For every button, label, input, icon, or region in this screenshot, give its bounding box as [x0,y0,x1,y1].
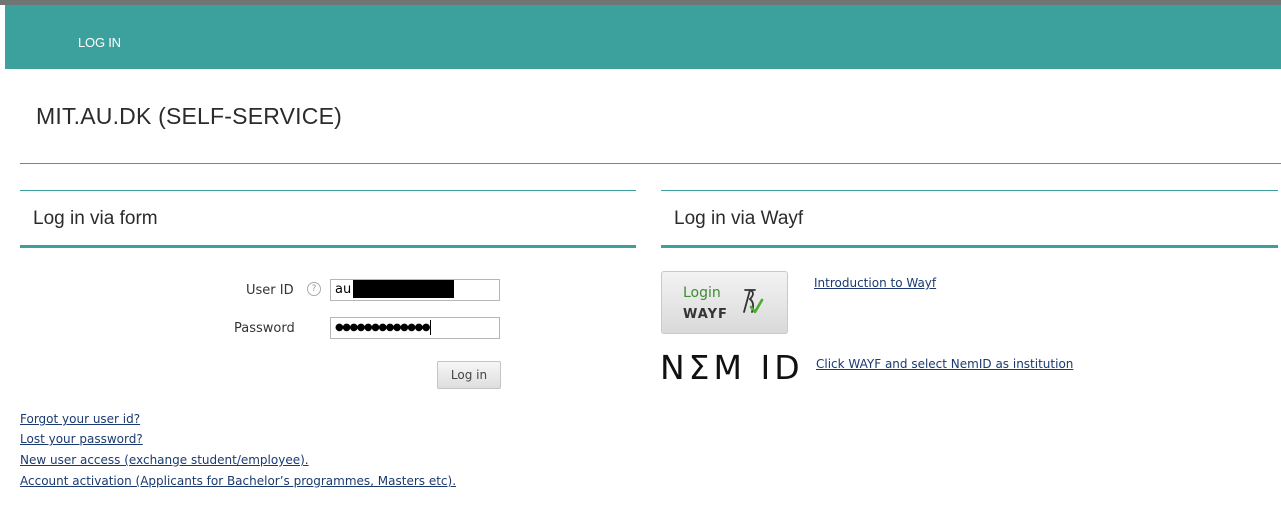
nemid-instruction-link[interactable]: Click WAYF and select NemID as instituti… [816,357,1073,371]
user-id-input[interactable]: au [330,279,500,301]
form-panel-title: Log in via form [33,208,158,229]
nemid-logo: NΣM ID [660,348,804,387]
text-cursor [429,319,431,335]
wayf-introduction-link[interactable]: Introduction to Wayf [814,276,936,290]
forgot-user-id-link[interactable]: Forgot your user id? [20,412,140,426]
nav-login-link[interactable]: LOG IN [78,35,121,50]
page-title: MIT.AU.DK (SELF-SERVICE) [36,103,342,129]
form-panel-bottom-divider [20,245,636,248]
wayf-button-login-text: Login [683,285,721,301]
user-id-value: au [335,282,352,297]
password-label: Password [234,321,295,336]
password-input[interactable]: ●●●●●●●●●●●●● [330,317,500,339]
redaction-box [353,280,455,298]
wayf-login-button[interactable]: Login WAYF [661,271,788,334]
wayf-button-wayf-text: WAYF [683,307,728,322]
wayf-person-check-icon [743,289,764,314]
top-navigation-bar: LOG IN [5,5,1281,69]
user-id-label: User ID [246,283,294,298]
form-panel-top-divider [20,190,636,191]
new-user-access-link[interactable]: New user access (exchange student/employ… [20,453,309,467]
wayf-panel-title: Log in via Wayf [674,208,804,229]
lost-password-link[interactable]: Lost your password? [20,432,143,446]
wayf-panel-top-divider [661,190,1278,191]
account-activation-link[interactable]: Account activation (Applicants for Bache… [20,474,456,488]
help-icon[interactable]: ? [307,282,321,296]
title-divider [20,163,1281,164]
password-value: ●●●●●●●●●●●●● [335,322,430,333]
wayf-panel-bottom-divider [661,245,1278,248]
login-button[interactable]: Log in [437,361,501,389]
